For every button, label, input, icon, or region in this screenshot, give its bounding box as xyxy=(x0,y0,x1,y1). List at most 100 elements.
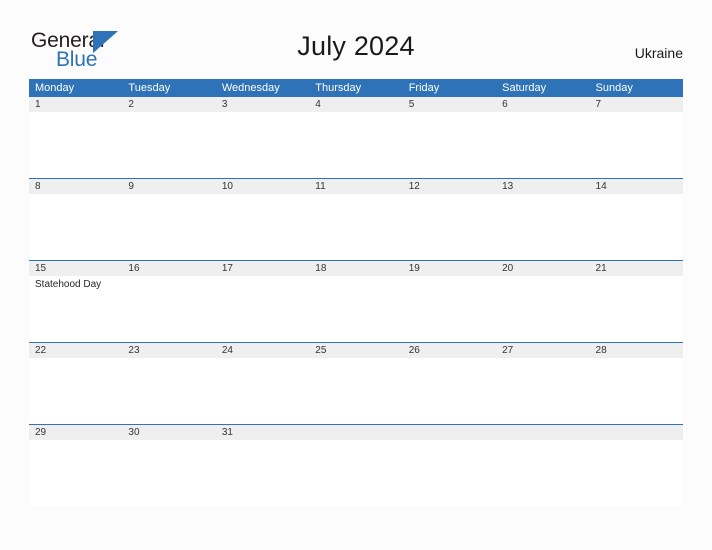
month-calendar: Monday Tuesday Wednesday Thursday Friday Satu… xyxy=(29,79,683,506)
day-events xyxy=(122,112,215,114)
day-events xyxy=(590,358,683,360)
day-number: 26 xyxy=(402,343,497,358)
day-number: 8 xyxy=(29,179,123,194)
week-row: 22 23 24 25 26 27 28 xyxy=(29,342,683,424)
weekday-header-monday: Monday xyxy=(35,82,75,94)
day-number: 23 xyxy=(122,343,216,358)
day-events xyxy=(122,194,215,196)
day-events xyxy=(29,440,122,442)
week-days: 1234567 xyxy=(29,97,683,178)
day-events xyxy=(29,358,122,360)
day-number xyxy=(402,425,497,440)
week-row: 29 30 31 xyxy=(29,424,683,506)
weekday-header-tuesday: Tuesday xyxy=(128,82,171,94)
day-number: 28 xyxy=(589,343,683,358)
week-row: 15 Statehood Day 16 17 18 19 20 21 xyxy=(29,260,683,342)
day-events xyxy=(590,440,683,442)
day-cell[interactable]: 24 xyxy=(215,343,310,424)
day-cell-empty xyxy=(589,425,683,506)
day-cell[interactable]: 20 xyxy=(496,261,590,342)
day-cell[interactable]: 1 xyxy=(29,97,123,178)
day-number: 22 xyxy=(29,343,123,358)
weekday-header-thursday: Thursday xyxy=(315,82,362,94)
day-cell[interactable]: 23 xyxy=(122,343,216,424)
week-days: 22 23 24 25 26 27 28 xyxy=(29,343,683,424)
day-cell[interactable]: 25 xyxy=(309,343,403,424)
day-events xyxy=(122,358,215,360)
day-number: 9 xyxy=(122,179,216,194)
day-number: 27 xyxy=(496,343,590,358)
day-events xyxy=(122,440,215,442)
day-events xyxy=(29,194,122,196)
day-events xyxy=(216,112,309,114)
day-number: 2 xyxy=(122,97,216,112)
day-cell[interactable]: 2 xyxy=(122,97,216,178)
day-cell[interactable]: 21 xyxy=(589,261,683,342)
event-label: Statehood Day xyxy=(35,279,102,290)
day-events xyxy=(496,276,589,278)
day-events xyxy=(403,440,496,442)
weekday-header-saturday: Saturday xyxy=(502,82,547,94)
day-cell[interactable]: 12 xyxy=(402,179,497,260)
day-events xyxy=(496,112,589,114)
day-number: 3 xyxy=(215,97,310,112)
day-events xyxy=(309,358,402,360)
day-cell[interactable]: 19 xyxy=(402,261,497,342)
day-cell[interactable]: 17 xyxy=(215,261,310,342)
day-cell[interactable]: 31 xyxy=(215,425,310,506)
day-cell-empty xyxy=(402,425,497,506)
day-cell[interactable]: 6 xyxy=(496,97,590,178)
day-cell[interactable]: 13 xyxy=(496,179,590,260)
day-cell[interactable]: 9 xyxy=(122,179,216,260)
day-number: 20 xyxy=(496,261,590,276)
day-cell[interactable]: 10 xyxy=(215,179,310,260)
day-events xyxy=(216,194,309,196)
week-days: 15 Statehood Day 16 17 18 19 20 21 xyxy=(29,261,683,342)
day-cell[interactable]: 15 Statehood Day xyxy=(29,261,123,342)
day-cell[interactable]: 5 xyxy=(402,97,497,178)
weekday-header-sunday: Sunday xyxy=(595,82,633,94)
day-cell[interactable]: 14 xyxy=(589,179,683,260)
day-events xyxy=(216,440,309,442)
day-events xyxy=(216,276,309,278)
day-cell[interactable]: 8 xyxy=(29,179,123,260)
day-events xyxy=(590,112,683,114)
day-cell[interactable]: 30 xyxy=(122,425,216,506)
day-number: 6 xyxy=(496,97,590,112)
day-events xyxy=(590,194,683,196)
day-number: 24 xyxy=(215,343,310,358)
day-cell[interactable]: 26 xyxy=(402,343,497,424)
day-number: 10 xyxy=(215,179,310,194)
day-events xyxy=(496,440,589,442)
day-cell[interactable]: 29 xyxy=(29,425,123,506)
day-events xyxy=(403,358,496,360)
day-events xyxy=(29,112,122,114)
day-cell[interactable]: 7 xyxy=(589,97,683,178)
day-number: 7 xyxy=(589,97,683,112)
day-number: 16 xyxy=(122,261,216,276)
day-cell[interactable]: 4 xyxy=(309,97,403,178)
day-cell[interactable]: 27 xyxy=(496,343,590,424)
day-number: 4 xyxy=(309,97,403,112)
country-label: Ukraine xyxy=(634,45,683,61)
weekday-header-friday: Friday xyxy=(408,82,440,94)
day-number: 15 xyxy=(29,261,123,276)
day-number: 17 xyxy=(215,261,310,276)
day-cell[interactable]: 16 xyxy=(122,261,216,342)
day-number: 29 xyxy=(29,425,123,440)
week-days: 8 9 10 11 12 13 14 xyxy=(29,179,683,260)
page-header: General Blue July 2024 Ukraine xyxy=(0,0,712,79)
day-number: 31 xyxy=(215,425,310,440)
day-cell[interactable]: 18 xyxy=(309,261,403,342)
day-cell[interactable]: 28 xyxy=(589,343,683,424)
day-number: 25 xyxy=(309,343,403,358)
day-cell-empty xyxy=(309,425,403,506)
day-cell[interactable]: 11 xyxy=(309,179,403,260)
weekday-header-wednesday: Wednesday xyxy=(221,82,280,94)
week-days: 29 30 31 xyxy=(29,425,683,506)
day-number: 1 xyxy=(29,97,123,112)
day-cell[interactable]: 22 xyxy=(29,343,123,424)
day-number: 12 xyxy=(402,179,497,194)
day-number xyxy=(309,425,403,440)
day-cell[interactable]: 3 xyxy=(215,97,310,178)
